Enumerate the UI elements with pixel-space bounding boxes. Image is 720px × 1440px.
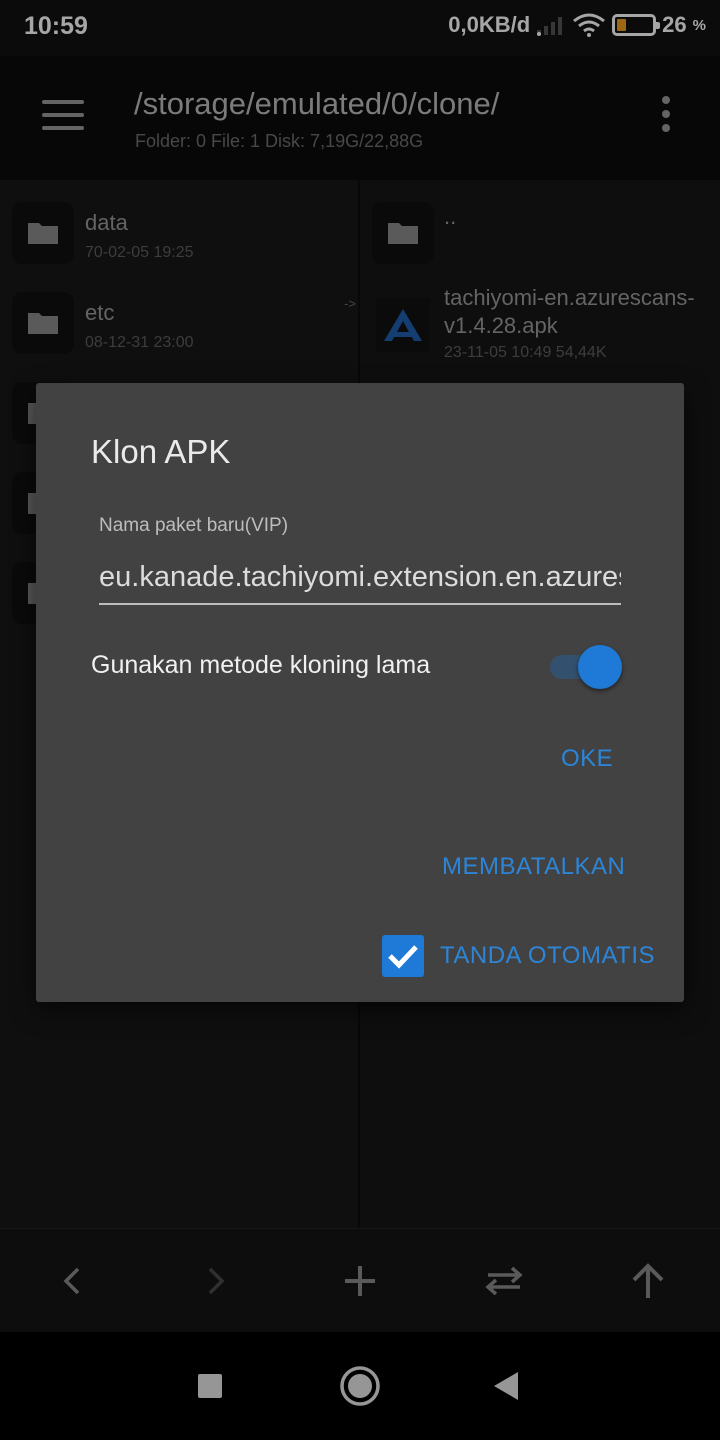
legacy-clone-label: Gunakan metode kloning lama xyxy=(91,651,431,679)
package-name-label: Nama paket baru(VIP) xyxy=(99,515,289,536)
ok-button[interactable]: OKE xyxy=(561,745,613,773)
legacy-clone-switch[interactable] xyxy=(548,645,624,689)
switch-thumb xyxy=(578,645,622,689)
auto-sign-label: TANDA OTOMATIS xyxy=(440,942,656,969)
package-name-input[interactable]: eu.kanade.tachiyomi.extension.en.azuresc… xyxy=(99,561,621,605)
auto-sign-checkbox[interactable] xyxy=(382,935,424,977)
dialog-title: Klon APK xyxy=(91,433,231,470)
auto-sign-option[interactable]: TANDA OTOMATIS xyxy=(382,935,655,977)
clone-apk-dialog: Klon APK Nama paket baru(VIP) eu.kanade.… xyxy=(36,383,684,1002)
cancel-button[interactable]: MEMBATALKAN xyxy=(442,853,625,881)
